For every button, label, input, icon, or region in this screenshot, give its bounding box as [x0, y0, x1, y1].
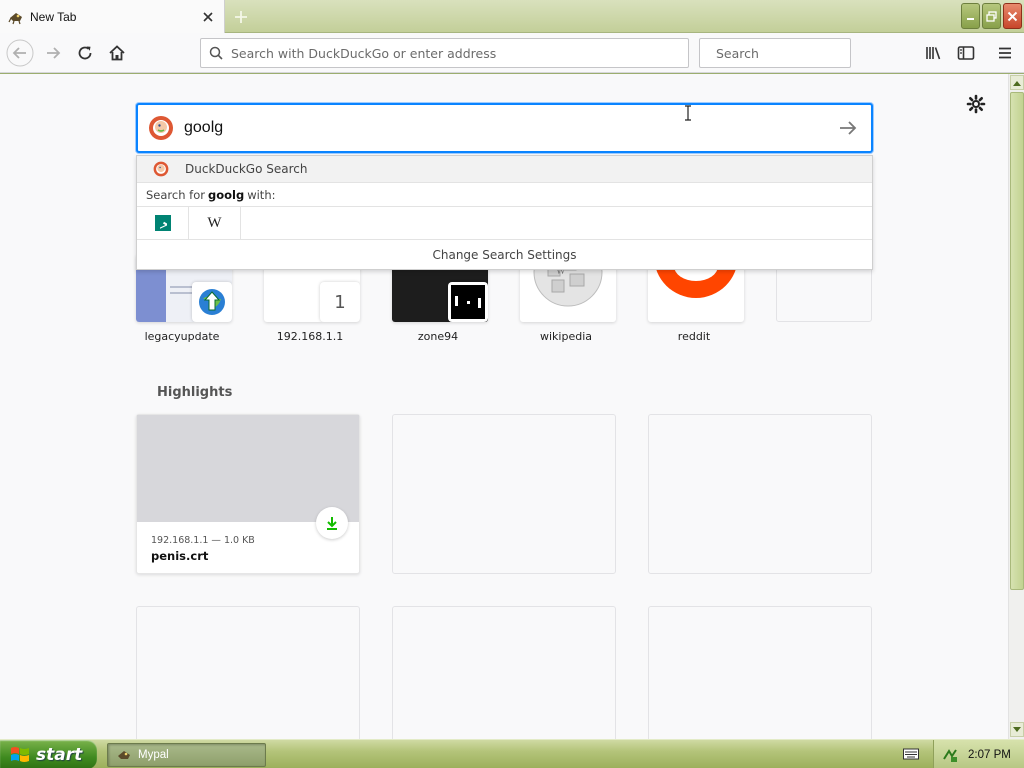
vertical-scrollbar[interactable] [1008, 74, 1024, 739]
upload-globe-icon [192, 282, 232, 322]
home-icon [109, 45, 125, 61]
close-tab-icon[interactable] [200, 9, 216, 25]
scroll-up-arrow-icon[interactable] [1010, 75, 1024, 90]
navigation-toolbar [0, 33, 1024, 73]
highlight-placeholder [648, 606, 872, 739]
mypal-favicon [8, 9, 24, 25]
site-letter-badge: 1 [320, 282, 360, 322]
search-bar[interactable] [699, 38, 872, 68]
windows-logo-icon [11, 746, 29, 762]
forward-arrow-icon [47, 47, 61, 59]
clock[interactable]: 2:07 PM [968, 749, 1011, 761]
windows-taskbar: start Mypal 2:07 PM [0, 739, 1024, 768]
badge-text: 1 [334, 291, 346, 313]
reload-icon [78, 46, 92, 60]
address-bar[interactable] [200, 38, 689, 68]
card-title: penis.crt [151, 549, 209, 563]
search-for-term: goolg [207, 187, 245, 202]
highlight-card[interactable]: 192.168.1.1 — 1.0 KB penis.crt [136, 414, 360, 574]
one-off-engines: W [137, 206, 872, 240]
back-arrow-icon [6, 39, 34, 67]
new-tab-button[interactable] [230, 6, 252, 28]
search-input[interactable] [716, 45, 872, 61]
taskbar-item-mypal[interactable]: Mypal [107, 743, 266, 767]
newtab-search-input[interactable] [184, 119, 833, 137]
highlights-heading: Highlights [157, 385, 233, 400]
start-button[interactable]: start [0, 740, 97, 768]
bing-engine-button[interactable] [137, 206, 189, 240]
download-icon [316, 507, 348, 539]
tab-new-tab[interactable]: New Tab [0, 0, 225, 33]
reload-button[interactable] [70, 38, 100, 68]
window-controls [961, 3, 1022, 29]
highlight-placeholder [392, 606, 616, 739]
search-for-prefix: Search for [146, 187, 205, 202]
sidebar-icon [957, 46, 975, 60]
tab-title: New Tab [30, 9, 77, 24]
search-go-button[interactable] [833, 113, 863, 143]
keyboard-icon[interactable] [902, 746, 920, 762]
pong-icon [448, 282, 488, 322]
hamburger-menu-icon [999, 47, 1011, 59]
home-button[interactable] [102, 38, 132, 68]
task-label: Mypal [138, 749, 169, 761]
highlight-placeholder [392, 414, 616, 574]
wikipedia-icon: W [207, 214, 222, 231]
mypal-icon [118, 751, 130, 759]
top-site-label: reddit [677, 330, 711, 343]
restore-button[interactable] [982, 3, 1001, 29]
change-search-settings-button[interactable]: Change Search Settings [137, 240, 872, 270]
search-for-row: Search for goolg with: [137, 183, 872, 207]
new-tab-page: DuckDuckGo Search Search for goolg with:… [0, 74, 1008, 739]
library-button[interactable] [919, 38, 949, 68]
sidebar-button[interactable] [951, 38, 981, 68]
minimize-button[interactable] [961, 3, 980, 29]
top-site-label: 192.168.1.1 [276, 330, 344, 343]
engine-label: DuckDuckGo Search [185, 162, 308, 176]
search-suggestions-dropdown: DuckDuckGo Search Search for goolg with:… [136, 155, 873, 270]
search-for-suffix: with: [247, 187, 276, 202]
library-icon [926, 47, 941, 60]
highlight-placeholder [136, 606, 360, 739]
customize-gear-icon[interactable] [966, 94, 986, 114]
duckduckgo-logo-icon [153, 161, 169, 177]
address-input[interactable] [231, 45, 688, 61]
duckduckgo-search-item[interactable]: DuckDuckGo Search [137, 156, 872, 183]
menu-button[interactable] [990, 38, 1020, 68]
close-window-button[interactable] [1003, 3, 1022, 29]
top-site-label: wikipedia [539, 330, 592, 343]
tab-strip: New Tab [0, 0, 1024, 33]
scrollbar-thumb[interactable] [1010, 92, 1024, 590]
start-label: start [36, 744, 83, 765]
highlight-placeholder [648, 414, 872, 574]
newtab-search-box[interactable] [136, 103, 873, 153]
back-button[interactable] [5, 38, 35, 68]
search-icon [209, 46, 223, 60]
wikipedia-engine-button[interactable]: W [189, 206, 241, 240]
bing-icon [154, 215, 171, 231]
top-site-label: zone94 [417, 330, 459, 343]
card-host: 192.168.1.1 — 1.0 KB [151, 535, 255, 546]
top-site-label: legacyupdate [144, 330, 220, 343]
forward-button[interactable] [38, 38, 68, 68]
card-preview [137, 415, 359, 522]
text-cursor-icon [685, 105, 691, 121]
network-icon[interactable] [942, 747, 958, 763]
system-tray: 2:07 PM [933, 740, 1024, 768]
scroll-down-arrow-icon[interactable] [1010, 722, 1024, 737]
arrow-right-icon [840, 121, 857, 135]
duckduckgo-logo-icon [149, 116, 173, 140]
